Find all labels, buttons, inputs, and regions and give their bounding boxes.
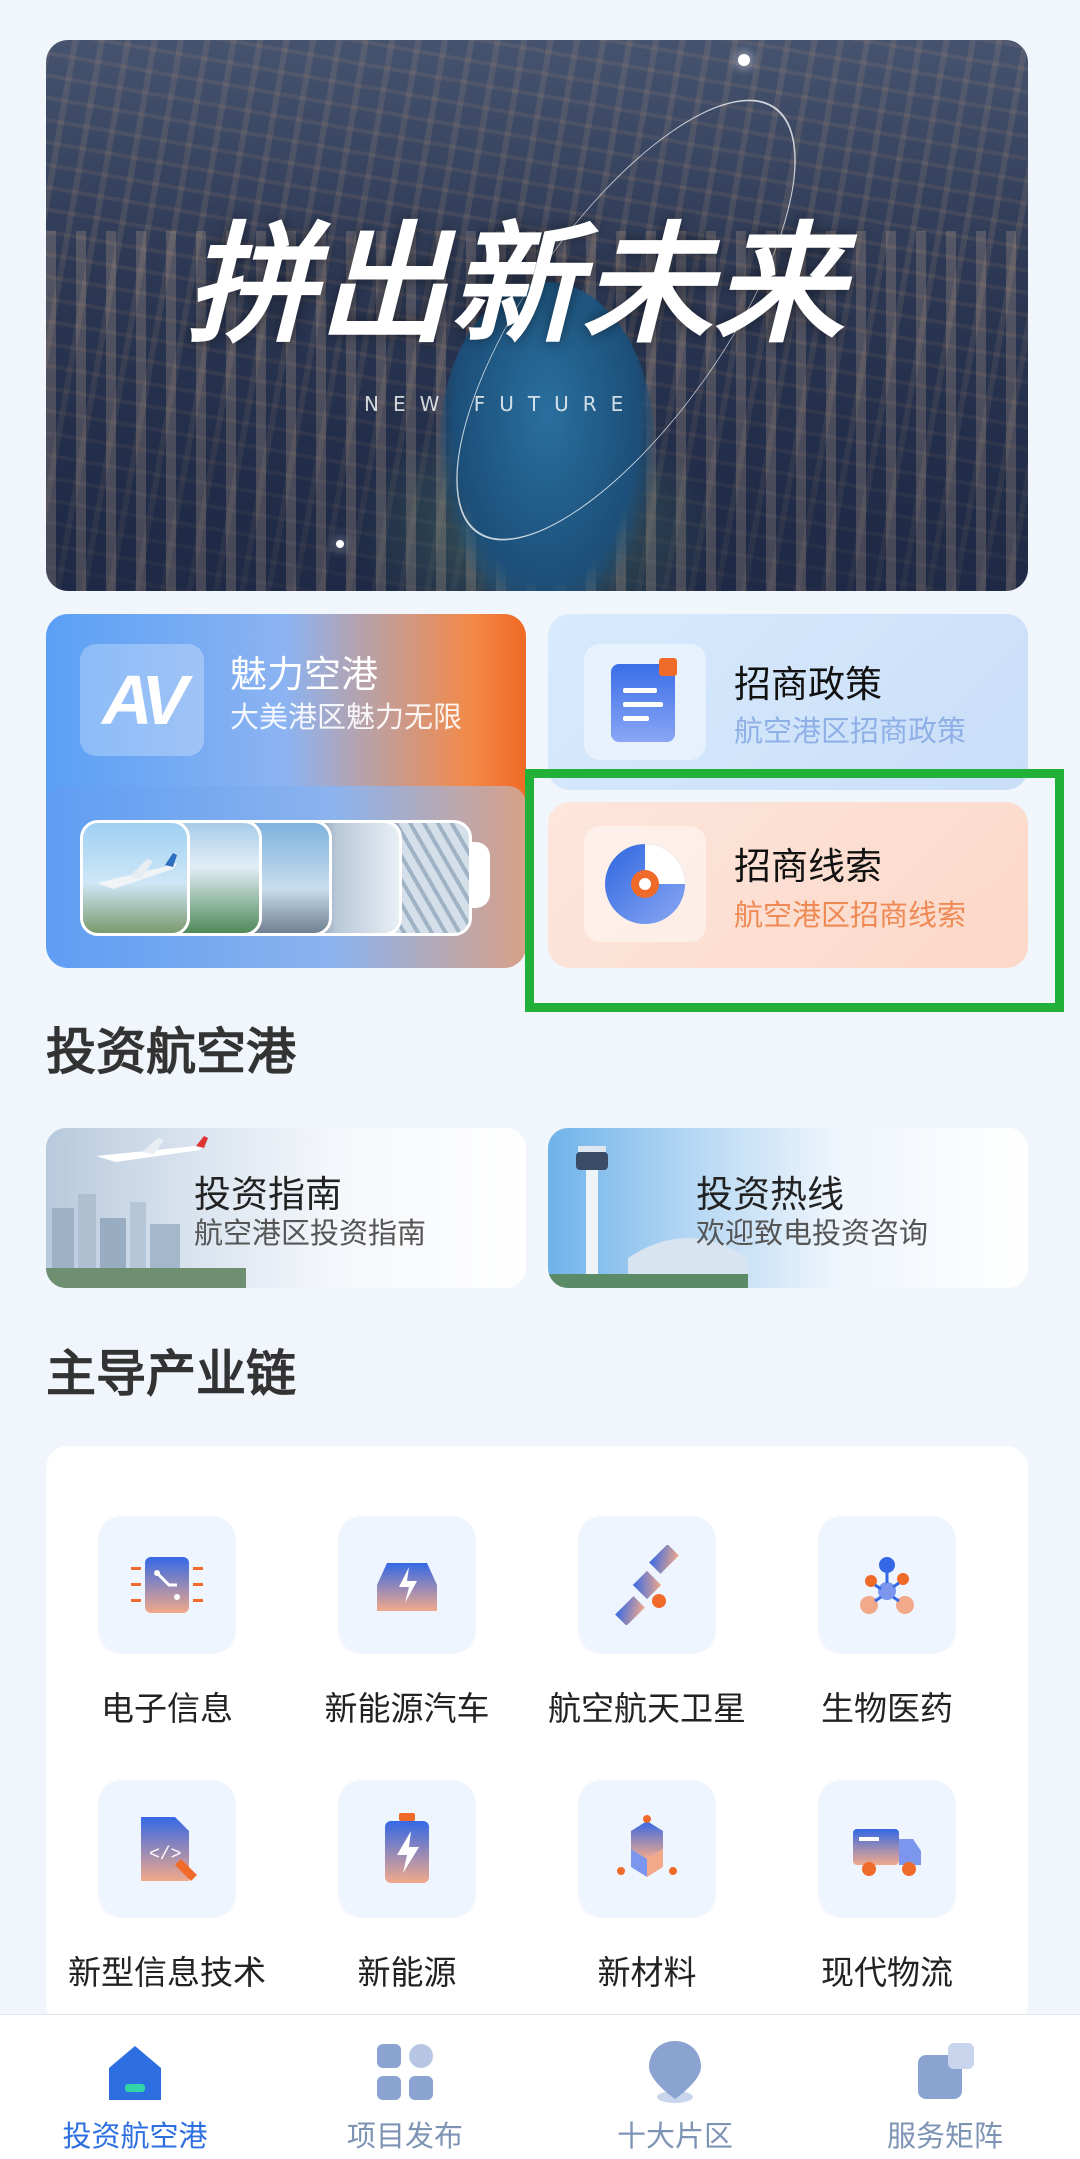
app-page: 拼出新未来 NEW FUTURE AV 魅力空港 大美港区魅力无限 ›: [0, 0, 1080, 2159]
airplane-thumbnail[interactable]: [80, 820, 190, 936]
bottom-tab-bar: 投资航空港 项目发布 十大片区 服务矩阵: [0, 2014, 1080, 2159]
banner-subtitle: NEW FUTURE: [364, 392, 638, 416]
policy-document-icon: [584, 644, 706, 760]
industry-label: 新能源: [357, 1953, 457, 1992]
charm-card-title: 魅力空港: [230, 653, 378, 696]
industry-item-biomed[interactable]: 生物医药: [767, 1516, 1007, 1730]
industry-label: 电子信息: [101, 1689, 233, 1728]
industry-grid: 电子信息 新能源汽车 航空航天卫星 生物医药 </> 新型信息技术 新能源 新材…: [46, 1446, 1028, 2026]
industry-item-new-materials[interactable]: 新材料: [527, 1780, 767, 1994]
industry-item-new-energy[interactable]: 新能源: [287, 1780, 527, 1994]
charm-card-subtitle: 大美港区魅力无限: [230, 700, 463, 734]
industry-item-electronics[interactable]: 电子信息: [47, 1516, 287, 1730]
home-icon: [102, 2039, 168, 2105]
investment-policy-card[interactable]: 招商政策 航空港区招商政策: [548, 614, 1028, 790]
leads-highlight-box: [525, 769, 1064, 1012]
satellite-icon: [578, 1516, 716, 1654]
tab-invest-airport[interactable]: 投资航空港: [0, 2015, 270, 2159]
policy-card-title: 招商政策: [734, 663, 882, 706]
policy-card-subtitle: 航空港区招商政策: [734, 714, 967, 748]
grid-icon: [372, 2039, 438, 2105]
invest-hotline-subtitle: 欢迎致电投资咨询: [696, 1216, 929, 1250]
industry-item-logistics[interactable]: 现代物流: [767, 1780, 1007, 1994]
banner-headline: 拼出新未来: [186, 208, 847, 361]
tab-ten-zones[interactable]: 十大片区: [540, 2015, 810, 2159]
charm-airport-card[interactable]: AV 魅力空港 大美港区魅力无限 ›: [46, 614, 526, 968]
material-structure-icon: [578, 1780, 716, 1918]
battery-bolt-icon: [338, 1780, 476, 1918]
tab-label: 投资航空港: [62, 2119, 208, 2153]
tab-label: 十大片区: [616, 2119, 733, 2153]
industry-label: 航空航天卫星: [548, 1689, 746, 1728]
industry-label: 新型信息技术: [68, 1953, 266, 1992]
invest-section-title: 投资航空港: [46, 1023, 296, 1081]
hero-star-dot: [738, 54, 750, 66]
code-document-icon: </>: [98, 1780, 236, 1918]
hero-star-dot: [336, 540, 344, 548]
svg-text:</>: </>: [149, 1845, 181, 1865]
circuit-chip-icon: [98, 1516, 236, 1654]
layers-icon: [912, 2039, 978, 2105]
industry-label: 新材料: [597, 1953, 697, 1992]
industry-label: 现代物流: [821, 1953, 953, 1992]
industry-item-new-it[interactable]: </> 新型信息技术: [47, 1780, 287, 1994]
truck-icon: [818, 1780, 956, 1918]
tab-service-matrix[interactable]: 服务矩阵: [810, 2015, 1080, 2159]
location-pin-icon: [642, 2039, 708, 2105]
invest-hotline-card[interactable]: 投资热线 欢迎致电投资咨询: [548, 1128, 1028, 1288]
hero-banner[interactable]: 拼出新未来 NEW FUTURE: [46, 40, 1028, 591]
tab-label: 项目发布: [346, 2119, 463, 2153]
airport-logo-icon: AV: [80, 644, 204, 756]
industry-item-aerospace[interactable]: 航空航天卫星: [527, 1516, 767, 1730]
molecule-icon: [818, 1516, 956, 1654]
industry-section-title: 主导产业链: [46, 1345, 296, 1403]
invest-guide-subtitle: 航空港区投资指南: [194, 1216, 427, 1250]
industry-label: 新能源汽车: [324, 1689, 490, 1728]
car-bolt-icon: [338, 1516, 476, 1654]
charm-thumbnails: [80, 820, 472, 936]
tab-label: 服务矩阵: [886, 2119, 1003, 2153]
industry-item-nev[interactable]: 新能源汽车: [287, 1516, 527, 1730]
industry-label: 生物医药: [821, 1689, 953, 1728]
invest-guide-card[interactable]: 投资指南 航空港区投资指南: [46, 1128, 526, 1288]
tab-project-release[interactable]: 项目发布: [270, 2015, 540, 2159]
